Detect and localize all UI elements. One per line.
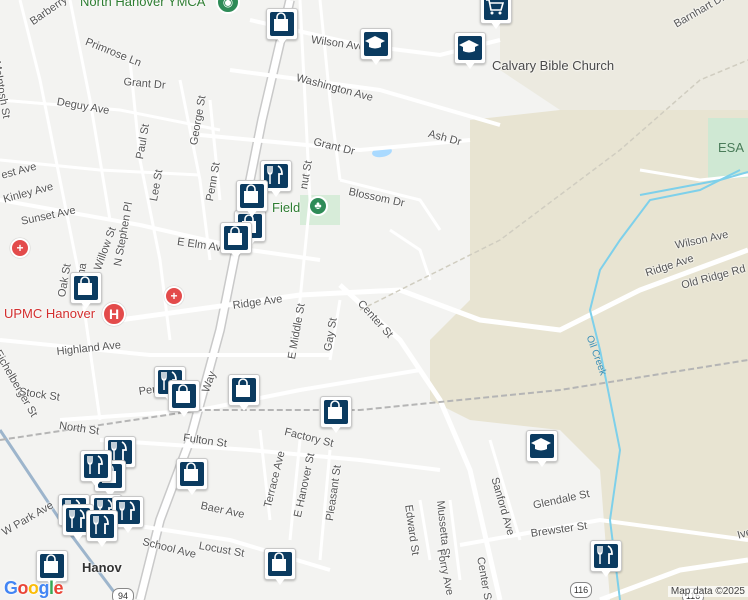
route-shield: 94 xyxy=(112,588,134,600)
map-marker-school[interactable] xyxy=(526,430,558,470)
map-marker-restaurant[interactable] xyxy=(86,510,118,550)
hospital-cross-icon: + xyxy=(10,238,30,258)
hospital-cross-icon: + xyxy=(164,286,184,306)
google-logo: Google xyxy=(4,578,64,598)
ymca-label[interactable]: North Hanover YMCA xyxy=(80,0,205,9)
map-marker-restaurant[interactable] xyxy=(590,540,622,580)
street-label: Hanov xyxy=(82,560,122,575)
map-marker-shopping-bag[interactable] xyxy=(264,548,296,588)
map-marker-shopping-bag[interactable] xyxy=(320,396,352,436)
map-marker-shopping-bag[interactable] xyxy=(220,222,252,262)
route-shield: 116 xyxy=(570,582,592,598)
map-marker-shopping-bag[interactable] xyxy=(266,8,298,48)
map-marker-shopping-bag[interactable] xyxy=(70,272,102,312)
church-label[interactable]: Calvary Bible Church xyxy=(492,58,614,73)
map-marker-school[interactable] xyxy=(454,32,486,72)
map-attribution[interactable]: Map data ©2025 xyxy=(667,586,748,597)
hospital-pin-icon[interactable]: H xyxy=(102,302,126,326)
map-marker-shopping-bag[interactable] xyxy=(168,380,200,420)
map-marker-restaurant[interactable] xyxy=(80,450,112,490)
map-marker-shopping-cart[interactable] xyxy=(480,0,512,32)
park-label[interactable]: Field xyxy=(272,200,300,215)
park-tree-icon[interactable]: ♣ xyxy=(308,196,328,216)
map-marker-shopping-bag[interactable] xyxy=(228,374,260,414)
street-label: Ive xyxy=(736,526,748,542)
map-marker-school[interactable] xyxy=(360,28,392,68)
map-marker-shopping-bag[interactable] xyxy=(176,458,208,498)
esa-label: ESA xyxy=(718,140,745,155)
map-canvas[interactable]: Barberry Dr Primrose Ln Wilson Ave Washi… xyxy=(0,0,748,600)
map-marker-shopping-bag[interactable] xyxy=(236,180,268,220)
